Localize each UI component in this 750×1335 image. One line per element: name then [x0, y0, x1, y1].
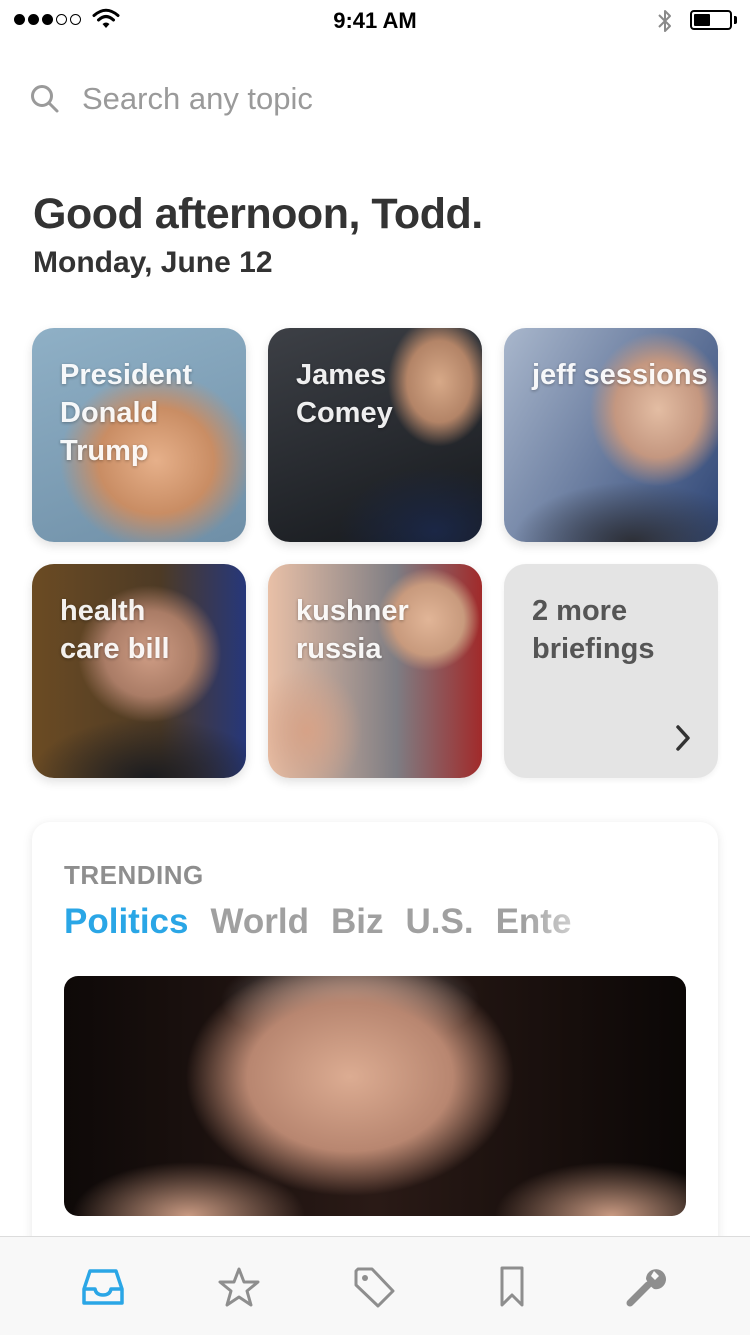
trending-tabs: Politics World Biz U.S. Ente	[64, 902, 624, 946]
wrench-icon	[626, 1269, 666, 1307]
briefing-card-comey[interactable]: James Comey	[268, 328, 482, 542]
battery-tip	[734, 16, 737, 24]
more-briefings-label: 2 more briefings	[532, 595, 655, 665]
briefing-card-label: James Comey	[296, 359, 393, 429]
bookmark-icon	[500, 1266, 524, 1307]
bottom-tab-bar	[0, 1236, 750, 1335]
search-icon	[31, 85, 59, 113]
briefing-card-trump[interactable]: President Donald Trump	[32, 328, 246, 542]
tab-world[interactable]: World	[210, 902, 309, 946]
trending-heading: TRENDING	[64, 860, 204, 890]
trending-panel: TRENDING Politics World Biz U.S. Ente	[32, 822, 718, 1292]
more-briefings-card[interactable]: 2 more briefings	[504, 564, 718, 778]
tab-biz[interactable]: Biz	[331, 902, 384, 946]
briefing-card-kushner[interactable]: kushner russia	[268, 564, 482, 778]
tag-icon	[354, 1267, 395, 1308]
briefing-card-label: health care bill	[60, 595, 170, 665]
briefing-card-sessions[interactable]: jeff sessions	[504, 328, 718, 542]
status-time: 9:41 AM	[333, 8, 417, 33]
briefing-card-health-care[interactable]: health care bill	[32, 564, 246, 778]
tab-inbox[interactable]	[79, 1263, 127, 1311]
tab-favorites[interactable]	[215, 1263, 263, 1311]
chevron-right-icon	[676, 725, 690, 751]
briefing-card-label: kushner russia	[296, 595, 409, 665]
inbox-icon	[82, 1269, 124, 1305]
tab-politics[interactable]: Politics	[64, 902, 188, 946]
battery-icon	[690, 10, 732, 30]
trending-hero-image[interactable]	[64, 976, 686, 1216]
star-icon	[218, 1267, 260, 1307]
tab-settings[interactable]	[622, 1263, 670, 1311]
tab-entertainment[interactable]: Ente	[496, 902, 572, 946]
briefing-card-label: President Donald Trump	[60, 359, 193, 467]
bluetooth-icon	[658, 10, 671, 32]
search-input[interactable]	[82, 81, 682, 117]
greeting-title: Good afternoon, Todd.	[33, 190, 483, 238]
tab-us[interactable]: U.S.	[406, 902, 474, 946]
tab-tags[interactable]	[350, 1263, 398, 1311]
briefing-card-label: jeff sessions	[532, 359, 708, 391]
search-bar[interactable]	[30, 76, 710, 122]
status-bar: 9:41 AM	[0, 0, 750, 40]
tab-saved[interactable]	[488, 1263, 536, 1311]
greeting-date: Monday, June 12	[33, 246, 273, 279]
